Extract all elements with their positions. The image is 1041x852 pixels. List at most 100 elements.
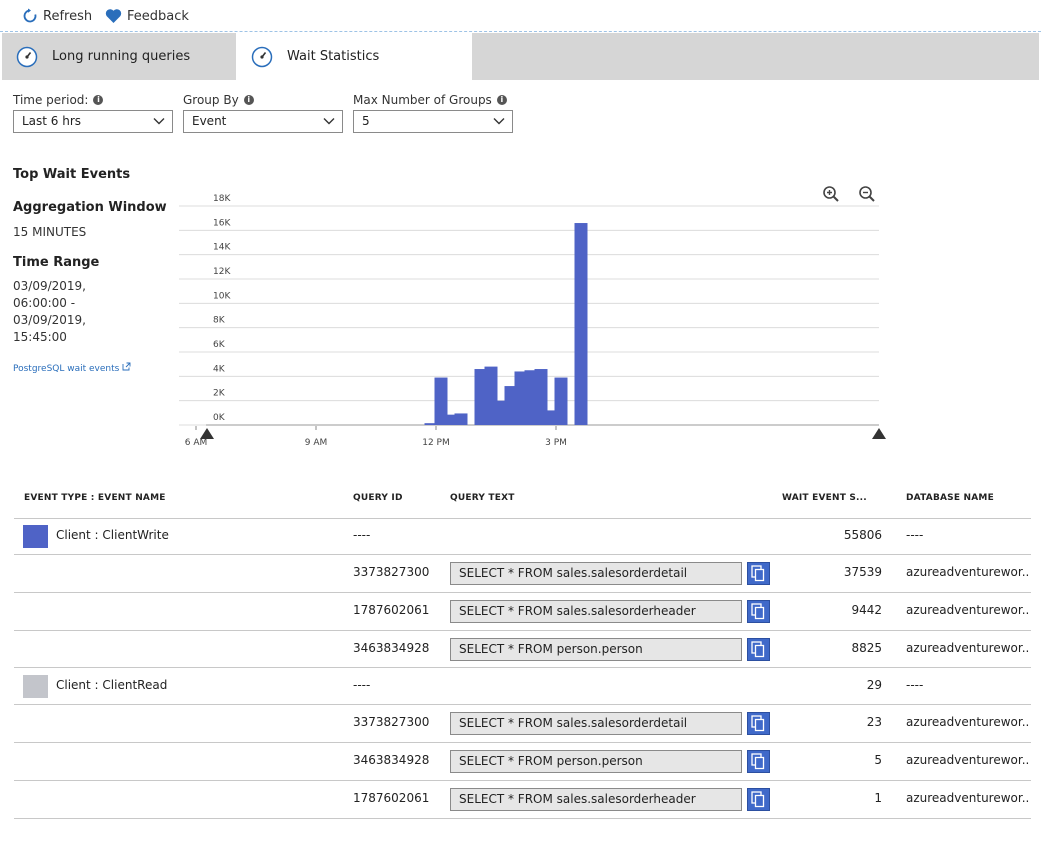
event-name: Client : ClientRead <box>56 678 168 692</box>
time-period-value: Last 6 hrs <box>22 114 82 128</box>
series-color-swatch <box>23 525 48 548</box>
header-event[interactable]: EVENT TYPE : EVENT NAME <box>24 493 166 503</box>
y-tick-label: 16K <box>213 218 231 228</box>
query-text-field[interactable]: SELECT * FROM sales.salesorderdetail <box>450 562 742 585</box>
y-tick-label: 0K <box>213 413 226 423</box>
time-range-line: 15:45:00 <box>13 330 67 344</box>
copy-icon <box>751 715 765 732</box>
y-tick-label: 8K <box>213 316 226 326</box>
group-by-value: Event <box>192 114 227 128</box>
copy-icon <box>751 641 765 658</box>
time-range-line: 03/09/2019, <box>13 313 86 327</box>
gauge-icon <box>16 46 38 67</box>
y-tick-label: 10K <box>213 291 231 301</box>
header-query-text[interactable]: QUERY TEXT <box>450 493 515 503</box>
range-start-handle[interactable] <box>200 428 214 439</box>
wait-event-sum: 1 <box>874 791 882 805</box>
query-id: ---- <box>353 678 371 692</box>
wait-event-sum: 23 <box>866 715 882 729</box>
copy-icon <box>751 753 765 770</box>
header-wait-event-sum[interactable]: WAIT EVENT S... <box>782 493 867 503</box>
group-row[interactable]: Client : ClientWrite ---- 55806 ---- <box>14 518 1031 555</box>
group-by-label: Group By i <box>183 93 254 107</box>
bar <box>554 377 568 425</box>
feedback-button[interactable]: Feedback <box>105 6 189 26</box>
database-name: ---- <box>906 678 924 692</box>
query-text-field[interactable]: SELECT * FROM sales.salesorderheader <box>450 788 742 811</box>
tab-label: Long running queries <box>52 49 191 64</box>
chevron-down-icon <box>323 118 335 125</box>
tab-bar: Long running queries Wait Statistics <box>2 33 1039 80</box>
query-text-field[interactable]: SELECT * FROM sales.salesorderdetail <box>450 712 742 735</box>
copy-icon <box>751 603 765 620</box>
info-icon[interactable]: i <box>496 95 507 105</box>
time-range-line: 06:00:00 - <box>13 296 76 310</box>
wait-event-sum: 55806 <box>843 528 882 542</box>
copy-button[interactable] <box>747 600 770 623</box>
copy-button[interactable] <box>747 562 770 585</box>
series-color-swatch <box>23 675 48 698</box>
database-name: azureadventurewor... <box>906 715 1030 729</box>
tab-wait-statistics[interactable]: Wait Statistics <box>236 33 472 80</box>
wait-event-sum: 37539 <box>843 565 882 579</box>
toolbar: Refresh Feedback <box>0 0 1041 32</box>
group-by-select[interactable]: Event <box>183 110 343 133</box>
table-row[interactable]: 3463834928 SELECT * FROM person.person 88… <box>14 631 1031 668</box>
wait-events-link[interactable]: PostgreSQL wait events <box>13 362 131 374</box>
table-row[interactable]: 3373827300 SELECT * FROM sales.salesorder… <box>14 555 1031 593</box>
database-name: azureadventurewor... <box>906 791 1030 805</box>
copy-button[interactable] <box>747 750 770 773</box>
database-name: ---- <box>906 528 924 542</box>
bar <box>454 413 468 425</box>
max-groups-value: 5 <box>362 114 370 128</box>
copy-icon <box>751 791 765 808</box>
aggregation-heading: Aggregation Window <box>13 200 167 215</box>
table-row[interactable]: 3373827300 SELECT * FROM sales.salesorder… <box>14 705 1031 743</box>
copy-icon <box>751 565 765 582</box>
gauge-icon <box>251 46 273 67</box>
info-icon[interactable]: i <box>93 95 104 105</box>
query-id: 3373827300 <box>353 715 430 729</box>
query-text-field[interactable]: SELECT * FROM person.person <box>450 638 742 661</box>
max-groups-label: Max Number of Groups i <box>353 93 507 107</box>
table-row[interactable]: 1787602061 SELECT * FROM sales.salesorder… <box>14 593 1031 631</box>
copy-button[interactable] <box>747 788 770 811</box>
tab-long-running-queries[interactable]: Long running queries <box>16 33 234 80</box>
query-text-field[interactable]: SELECT * FROM sales.salesorderheader <box>450 600 742 623</box>
header-query-id[interactable]: QUERY ID <box>353 493 403 503</box>
query-id: 3463834928 <box>353 641 430 655</box>
x-tick-label: 6 AM <box>185 438 208 448</box>
refresh-button[interactable]: Refresh <box>22 6 92 26</box>
max-groups-select[interactable]: 5 <box>353 110 513 133</box>
copy-button[interactable] <box>747 712 770 735</box>
refresh-label: Refresh <box>43 8 93 24</box>
time-range-heading: Time Range <box>13 255 100 270</box>
query-text-field[interactable]: SELECT * FROM person.person <box>450 750 742 773</box>
bar <box>574 223 588 425</box>
database-name: azureadventurewor... <box>906 753 1030 767</box>
y-tick-label: 4K <box>213 364 226 374</box>
table-row[interactable]: 1787602061 SELECT * FROM sales.salesorder… <box>14 781 1031 819</box>
time-period-label-text: Time period: <box>13 93 89 107</box>
time-range-value: 03/09/2019, 06:00:00 - 03/09/2019, 15:45… <box>13 278 86 346</box>
query-id: ---- <box>353 528 371 542</box>
table-row[interactable]: 3463834928 SELECT * FROM person.person 5 a… <box>14 743 1031 781</box>
copy-button[interactable] <box>747 638 770 661</box>
y-tick-label: 12K <box>213 267 231 277</box>
chart-title: Top Wait Events <box>13 167 131 182</box>
database-name: azureadventurewor... <box>906 641 1030 655</box>
info-icon[interactable]: i <box>243 95 254 105</box>
time-period-label: Time period: i <box>13 93 104 107</box>
wait-events-link-text: PostgreSQL wait events <box>13 364 120 374</box>
wait-event-sum: 5 <box>874 753 882 767</box>
group-row[interactable]: Client : ClientRead ---- 29 ---- <box>14 668 1031 705</box>
feedback-label: Feedback <box>127 8 189 24</box>
x-tick-label: 3 PM <box>545 438 567 448</box>
time-period-select[interactable]: Last 6 hrs <box>13 110 173 133</box>
y-tick-label: 14K <box>213 243 231 253</box>
header-database-name[interactable]: DATABASE NAME <box>906 493 994 503</box>
database-name: azureadventurewor... <box>906 565 1030 579</box>
range-end-handle[interactable] <box>872 428 886 439</box>
database-name: azureadventurewor... <box>906 603 1030 617</box>
wait-event-sum: 29 <box>866 678 882 692</box>
